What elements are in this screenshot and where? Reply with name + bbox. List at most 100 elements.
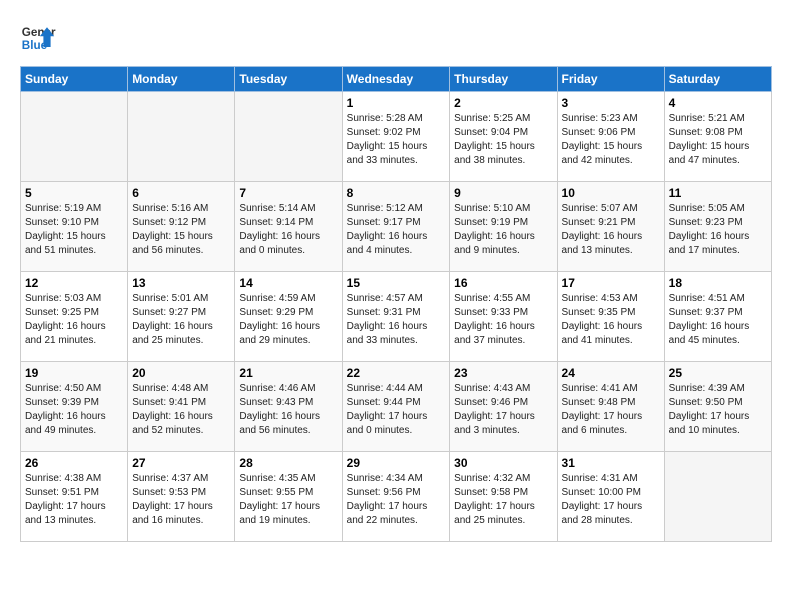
calendar-week-row: 12 Sunrise: 5:03 AMSunset: 9:25 PMDayligh… bbox=[21, 272, 772, 362]
day-info: Sunrise: 4:53 AMSunset: 9:35 PMDaylight:… bbox=[562, 292, 660, 348]
day-number: 10 bbox=[562, 186, 660, 200]
calendar-cell: 5Sunrise: 5:19 AMSunset: 9:10 PMDaylight… bbox=[21, 182, 128, 272]
day-info: Sunrise: 5:10 AMSunset: 9:19 PMDaylight:… bbox=[454, 202, 552, 258]
calendar-cell: 4 Sunrise: 5:21 AMSunset: 9:08 PMDaylight… bbox=[664, 92, 771, 182]
calendar-cell bbox=[128, 92, 235, 182]
calendar-cell bbox=[664, 452, 771, 542]
day-number: 21 bbox=[239, 366, 337, 380]
calendar-cell: 16Sunrise: 4:55 AMSunset: 9:33 PMDayligh… bbox=[450, 272, 557, 362]
calendar-cell bbox=[21, 92, 128, 182]
calendar-week-row: 26Sunrise: 4:38 AMSunset: 9:51 PMDayligh… bbox=[21, 452, 772, 542]
day-info: Sunrise: 4:59 AMSunset: 9:29 PMDaylight:… bbox=[239, 292, 337, 348]
day-number: 25 bbox=[669, 366, 767, 380]
calendar-cell: 15 Sunrise: 4:57 AMSunset: 9:31 PMDayligh… bbox=[342, 272, 450, 362]
day-info: Sunrise: 4:38 AMSunset: 9:51 PMDaylight:… bbox=[25, 472, 123, 528]
day-number: 9 bbox=[454, 186, 552, 200]
calendar-cell: 14 Sunrise: 4:59 AMSunset: 9:29 PMDayligh… bbox=[235, 272, 342, 362]
day-number: 5 bbox=[25, 186, 123, 200]
day-info: Sunrise: 5:07 AMSunset: 9:21 PMDaylight:… bbox=[562, 202, 660, 258]
calendar-week-row: 1 Sunrise: 5:28 AMSunset: 9:02 PMDaylight… bbox=[21, 92, 772, 182]
day-number: 23 bbox=[454, 366, 552, 380]
day-number: 4 bbox=[669, 96, 767, 110]
calendar-cell: 30 Sunrise: 4:32 AMSunset: 9:58 PMDayligh… bbox=[450, 452, 557, 542]
calendar-cell: 18Sunrise: 4:51 AMSunset: 9:37 PMDayligh… bbox=[664, 272, 771, 362]
day-number: 28 bbox=[239, 456, 337, 470]
day-number: 20 bbox=[132, 366, 230, 380]
calendar-cell: 9 Sunrise: 5:10 AMSunset: 9:19 PMDaylight… bbox=[450, 182, 557, 272]
calendar-header-row: SundayMondayTuesdayWednesdayThursdayFrid… bbox=[21, 67, 772, 92]
day-info: Sunrise: 5:16 AMSunset: 9:12 PMDaylight:… bbox=[132, 202, 230, 258]
day-number: 1 bbox=[347, 96, 446, 110]
day-info: Sunrise: 4:39 AMSunset: 9:50 PMDaylight:… bbox=[669, 382, 767, 438]
day-number: 11 bbox=[669, 186, 767, 200]
day-info: Sunrise: 4:34 AMSunset: 9:56 PMDaylight:… bbox=[347, 472, 446, 528]
calendar-cell: 2 Sunrise: 5:25 AMSunset: 9:04 PMDaylight… bbox=[450, 92, 557, 182]
calendar-cell: 29 Sunrise: 4:34 AMSunset: 9:56 PMDayligh… bbox=[342, 452, 450, 542]
logo: General Blue bbox=[20, 20, 56, 56]
day-number: 30 bbox=[454, 456, 552, 470]
day-info: Sunrise: 5:05 AMSunset: 9:23 PMDaylight:… bbox=[669, 202, 767, 258]
day-number: 19 bbox=[25, 366, 123, 380]
day-number: 3 bbox=[562, 96, 660, 110]
day-info: Sunrise: 4:57 AMSunset: 9:31 PMDaylight:… bbox=[347, 292, 446, 348]
day-number: 29 bbox=[347, 456, 446, 470]
calendar-cell: 24 Sunrise: 4:41 AMSunset: 9:48 PMDayligh… bbox=[557, 362, 664, 452]
calendar-cell: 12 Sunrise: 5:03 AMSunset: 9:25 PMDayligh… bbox=[21, 272, 128, 362]
calendar-cell: 13 Sunrise: 5:01 AMSunset: 9:27 PMDayligh… bbox=[128, 272, 235, 362]
calendar-cell: 28 Sunrise: 4:35 AMSunset: 9:55 PMDayligh… bbox=[235, 452, 342, 542]
column-header-friday: Friday bbox=[557, 67, 664, 92]
day-number: 14 bbox=[239, 276, 337, 290]
calendar-cell: 11 Sunrise: 5:05 AMSunset: 9:23 PMDayligh… bbox=[664, 182, 771, 272]
calendar-cell: 31 Sunrise: 4:31 AMSunset: 10:00 PMDaylig… bbox=[557, 452, 664, 542]
day-info: Sunrise: 5:12 AMSunset: 9:17 PMDaylight:… bbox=[347, 202, 446, 258]
day-number: 27 bbox=[132, 456, 230, 470]
day-info: Sunrise: 5:14 AMSunset: 9:14 PMDaylight:… bbox=[239, 202, 337, 258]
day-info: Sunrise: 4:48 AMSunset: 9:41 PMDaylight:… bbox=[132, 382, 230, 438]
day-number: 12 bbox=[25, 276, 123, 290]
calendar-cell: 22Sunrise: 4:44 AMSunset: 9:44 PMDayligh… bbox=[342, 362, 450, 452]
calendar-cell: 8 Sunrise: 5:12 AMSunset: 9:17 PMDaylight… bbox=[342, 182, 450, 272]
day-info: Sunrise: 5:25 AMSunset: 9:04 PMDaylight:… bbox=[454, 112, 552, 168]
column-header-monday: Monday bbox=[128, 67, 235, 92]
day-number: 7 bbox=[239, 186, 337, 200]
day-info: Sunrise: 4:46 AMSunset: 9:43 PMDaylight:… bbox=[239, 382, 337, 438]
day-info: Sunrise: 5:21 AMSunset: 9:08 PMDaylight:… bbox=[669, 112, 767, 168]
calendar-cell: 3 Sunrise: 5:23 AMSunset: 9:06 PMDaylight… bbox=[557, 92, 664, 182]
day-number: 2 bbox=[454, 96, 552, 110]
day-number: 6 bbox=[132, 186, 230, 200]
day-info: Sunrise: 4:41 AMSunset: 9:48 PMDaylight:… bbox=[562, 382, 660, 438]
day-info: Sunrise: 5:28 AMSunset: 9:02 PMDaylight:… bbox=[347, 112, 446, 168]
day-info: Sunrise: 4:31 AMSunset: 10:00 PMDaylight… bbox=[562, 472, 660, 528]
day-info: Sunrise: 5:01 AMSunset: 9:27 PMDaylight:… bbox=[132, 292, 230, 348]
day-number: 15 bbox=[347, 276, 446, 290]
day-info: Sunrise: 4:43 AMSunset: 9:46 PMDaylight:… bbox=[454, 382, 552, 438]
day-info: Sunrise: 4:35 AMSunset: 9:55 PMDaylight:… bbox=[239, 472, 337, 528]
calendar-table: SundayMondayTuesdayWednesdayThursdayFrid… bbox=[20, 66, 772, 542]
logo-icon: General Blue bbox=[20, 20, 56, 56]
day-info: Sunrise: 4:44 AMSunset: 9:44 PMDaylight:… bbox=[347, 382, 446, 438]
column-header-wednesday: Wednesday bbox=[342, 67, 450, 92]
day-number: 13 bbox=[132, 276, 230, 290]
column-header-tuesday: Tuesday bbox=[235, 67, 342, 92]
calendar-cell: 1 Sunrise: 5:28 AMSunset: 9:02 PMDaylight… bbox=[342, 92, 450, 182]
day-number: 8 bbox=[347, 186, 446, 200]
day-number: 24 bbox=[562, 366, 660, 380]
calendar-cell: 6 Sunrise: 5:16 AMSunset: 9:12 PMDaylight… bbox=[128, 182, 235, 272]
calendar-cell: 7 Sunrise: 5:14 AMSunset: 9:14 PMDaylight… bbox=[235, 182, 342, 272]
calendar-week-row: 19Sunrise: 4:50 AMSunset: 9:39 PMDayligh… bbox=[21, 362, 772, 452]
column-header-sunday: Sunday bbox=[21, 67, 128, 92]
column-header-thursday: Thursday bbox=[450, 67, 557, 92]
day-number: 31 bbox=[562, 456, 660, 470]
day-number: 17 bbox=[562, 276, 660, 290]
page-header: General Blue bbox=[20, 20, 772, 56]
calendar-cell: 19Sunrise: 4:50 AMSunset: 9:39 PMDayligh… bbox=[21, 362, 128, 452]
day-info: Sunrise: 4:32 AMSunset: 9:58 PMDaylight:… bbox=[454, 472, 552, 528]
day-info: Sunrise: 5:23 AMSunset: 9:06 PMDaylight:… bbox=[562, 112, 660, 168]
day-info: Sunrise: 4:55 AMSunset: 9:33 PMDaylight:… bbox=[454, 292, 552, 348]
column-header-saturday: Saturday bbox=[664, 67, 771, 92]
calendar-week-row: 5Sunrise: 5:19 AMSunset: 9:10 PMDaylight… bbox=[21, 182, 772, 272]
day-info: Sunrise: 5:03 AMSunset: 9:25 PMDaylight:… bbox=[25, 292, 123, 348]
calendar-cell: 23 Sunrise: 4:43 AMSunset: 9:46 PMDayligh… bbox=[450, 362, 557, 452]
calendar-cell: 20 Sunrise: 4:48 AMSunset: 9:41 PMDayligh… bbox=[128, 362, 235, 452]
calendar-cell: 21 Sunrise: 4:46 AMSunset: 9:43 PMDayligh… bbox=[235, 362, 342, 452]
